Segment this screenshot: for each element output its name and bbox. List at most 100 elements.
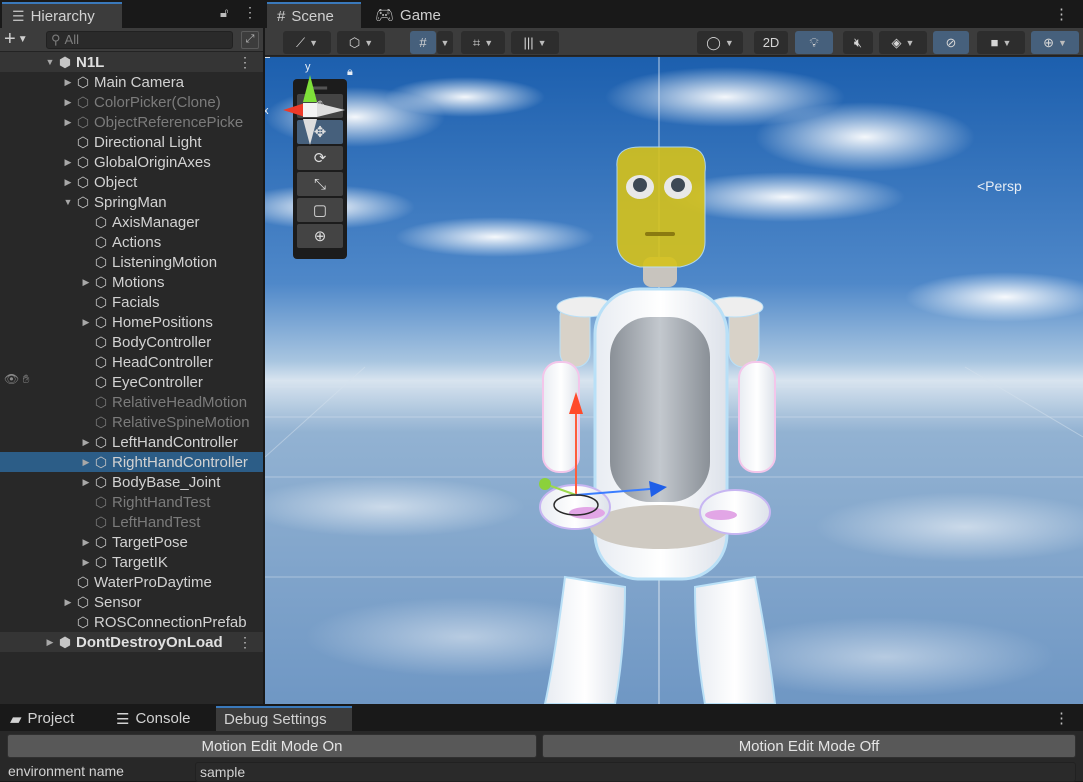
rect-icon: ▢ [312,202,328,219]
expand-right-icon[interactable]: ▶ [62,177,74,188]
expand-down-icon[interactable]: ▼ [44,57,56,67]
gizmo-icon: ⊕ [1043,34,1054,50]
scene-viewport[interactable]: ══ ✋︎ ✥ ⟳ ⤡ ▢ ⊕ y x 🔒︎ <Persp [265,57,1083,704]
increment-dropdown[interactable]: ||| ▼ [511,31,559,54]
gizmo-center[interactable] [303,103,317,117]
expand-right-icon[interactable]: ▶ [44,637,56,648]
hierarchy-item[interactable]: ⬡ ROSConnectionPrefab [0,612,263,632]
tab-hierarchy[interactable]: ☰ Hierarchy [2,2,122,28]
grid-snap-dropdown[interactable]: ▼ [437,31,453,54]
lighting-toggle[interactable]: 💡︎ [795,31,833,54]
gizmo-x-axis[interactable] [283,103,305,117]
expand-right-icon[interactable]: ▶ [80,477,92,488]
camera-dropdown[interactable]: ■ ▼ [977,31,1025,54]
kebab-menu-icon[interactable]: ⋮ [243,4,257,21]
add-object-button[interactable]: + ▼ [4,28,38,51]
hierarchy-item[interactable]: ⬡ BodyController [0,332,263,352]
expand-right-icon[interactable]: ▶ [80,437,92,448]
expand-right-icon[interactable]: ▶ [62,77,74,88]
motion-edit-on-button[interactable]: Motion Edit Mode On [7,734,537,758]
lock-icon[interactable]: 🔓︎ [220,5,228,21]
hierarchy-item[interactable]: ▼ ⬡ SpringMan [0,192,263,212]
hierarchy-item[interactable]: ▶ ⬡ BodyBase_Joint [0,472,263,492]
kebab-menu-icon[interactable]: ⋮ [1054,5,1069,23]
hierarchy-item[interactable]: ⬡ RightHandTest [0,492,263,512]
grid-snap-button[interactable]: # [410,31,436,54]
orientation-gizmo[interactable]: y x 🔒︎ [265,57,365,197]
gameobject-cube-icon: ⬡ [94,373,108,390]
hierarchy-item[interactable]: ▶ ⬡ ColorPicker(Clone) [0,92,263,112]
hierarchy-item[interactable]: ⬡ EyeController [0,372,263,392]
visibility-icon[interactable]: 👁︎ ✋︎ [4,372,29,387]
hierarchy-item[interactable]: ⬡ HeadController [0,352,263,372]
hierarchy-item[interactable]: ▶ ⬡ Sensor [0,592,263,612]
scene-toolbar: ⟋ ▼ ⬡ ▼ # ▼ ⌗ ▼ ||| ▼ ◯ ▼ 2D 💡︎ 🔇︎ ◈ ▼ ⊘ ■ ▼ ⊕ ▼ [265,28,1083,56]
gizmos-dropdown[interactable]: ⊕ ▼ [1031,31,1079,54]
hierarchy-item[interactable]: ⬡ ListeningMotion [0,252,263,272]
hierarchy-item[interactable]: ⬡ LeftHandTest [0,512,263,532]
hierarchy-item[interactable]: ⬡ Directional Light [0,132,263,152]
tab-console[interactable]: ☰ Console [108,706,208,731]
expand-right-icon[interactable]: ▶ [80,457,92,468]
draw-mode-dropdown[interactable]: ⟋ ▼ [283,31,331,54]
effects-dropdown[interactable]: ◈ ▼ [879,31,927,54]
hierarchy-item[interactable]: ▶ ⬡ GlobalOriginAxes [0,152,263,172]
tool-rect[interactable]: ▢ [297,198,343,222]
render-mode-dropdown[interactable]: ⬡ ▼ [337,31,385,54]
tab-project[interactable]: ▰ Project [2,706,102,731]
hierarchy-item-label: Main Camera [94,73,185,91]
hierarchy-scene-row[interactable]: ▼ ⬢ N1L ⋮ [0,52,263,72]
hierarchy-item[interactable]: ▶ ⬡ Motions [0,272,263,292]
hierarchy-search-input[interactable]: ⚲ All [46,30,233,49]
audio-toggle[interactable]: 🔇︎ [843,31,873,54]
hierarchy-item[interactable]: ⬡ RelativeSpineMotion [0,412,263,432]
expand-right-icon[interactable]: ▶ [80,317,92,328]
grid-icon: # [277,7,286,25]
gizmo-neg-x-axis[interactable] [317,103,345,117]
ruler-icon: ||| [523,35,534,50]
hierarchy-item[interactable]: ▶ ⬡ Object [0,172,263,192]
gizmo-lock-icon[interactable]: 🔒︎ [347,66,353,78]
toggle-2d-button[interactable]: 2D [754,31,788,54]
expand-down-icon[interactable]: ▼ [62,197,74,207]
expand-right-icon[interactable]: ▶ [80,277,92,288]
expand-right-icon[interactable]: ▶ [62,597,74,608]
shading-dropdown[interactable]: ◯ ▼ [697,31,743,54]
expand-right-icon[interactable]: ▶ [80,557,92,568]
hierarchy-item[interactable]: ⬡ Facials [0,292,263,312]
kebab-menu-icon[interactable]: ⋮ [1054,709,1069,727]
projection-toggle[interactable]: <Persp [977,178,1022,194]
snap-increment-dropdown[interactable]: ⌗ ▼ [461,31,505,54]
tab-scene[interactable]: # Scene [267,2,361,28]
gizmo-neg-y-axis[interactable] [303,119,317,145]
hierarchy-scene-row[interactable]: ▶ ⬢ DontDestroyOnLoad ⋮ [0,632,263,652]
hierarchy-item[interactable]: ⬡ Actions [0,232,263,252]
environment-name-input[interactable]: sample [195,762,1076,782]
hierarchy-item[interactable]: ▶ ⬡ LeftHandController [0,432,263,452]
hierarchy-item[interactable]: ▶ ⬡ TargetIK [0,552,263,572]
expand-right-icon[interactable]: ▶ [62,97,74,108]
expand-right-icon[interactable]: ▶ [62,117,74,128]
hierarchy-item[interactable]: ⬡ WaterProDaytime [0,572,263,592]
tab-game[interactable]: 🎮︎ Game [365,2,445,28]
gameobject-cube-icon: ⬡ [94,253,108,270]
hidden-objects-toggle[interactable]: ⊘ [933,31,969,54]
tab-project-label: Project [27,710,75,727]
hierarchy-item[interactable]: ⬡ RelativeHeadMotion [0,392,263,412]
hierarchy-item[interactable]: ▶ ⬡ Main Camera [0,72,263,92]
scene-render [265,57,1083,704]
kebab-menu-icon[interactable]: ⋮ [238,634,252,651]
search-options-icon[interactable]: ⤢ [241,30,259,49]
hierarchy-item[interactable]: ▶ ⬡ HomePositions [0,312,263,332]
tab-debug-settings[interactable]: Debug Settings [216,706,352,731]
expand-right-icon[interactable]: ▶ [62,157,74,168]
motion-edit-off-button[interactable]: Motion Edit Mode Off [542,734,1076,758]
hierarchy-item[interactable]: ▶ ⬡ RightHandController [0,452,263,472]
hierarchy-item[interactable]: ⬡ AxisManager [0,212,263,232]
tool-transform[interactable]: ⊕ [297,224,343,248]
hierarchy-item[interactable]: ▶ ⬡ ObjectReferencePicke [0,112,263,132]
kebab-menu-icon[interactable]: ⋮ [238,54,252,71]
expand-right-icon[interactable]: ▶ [80,537,92,548]
hierarchy-item[interactable]: ▶ ⬡ TargetPose [0,532,263,552]
gizmo-y-axis[interactable] [303,75,317,102]
